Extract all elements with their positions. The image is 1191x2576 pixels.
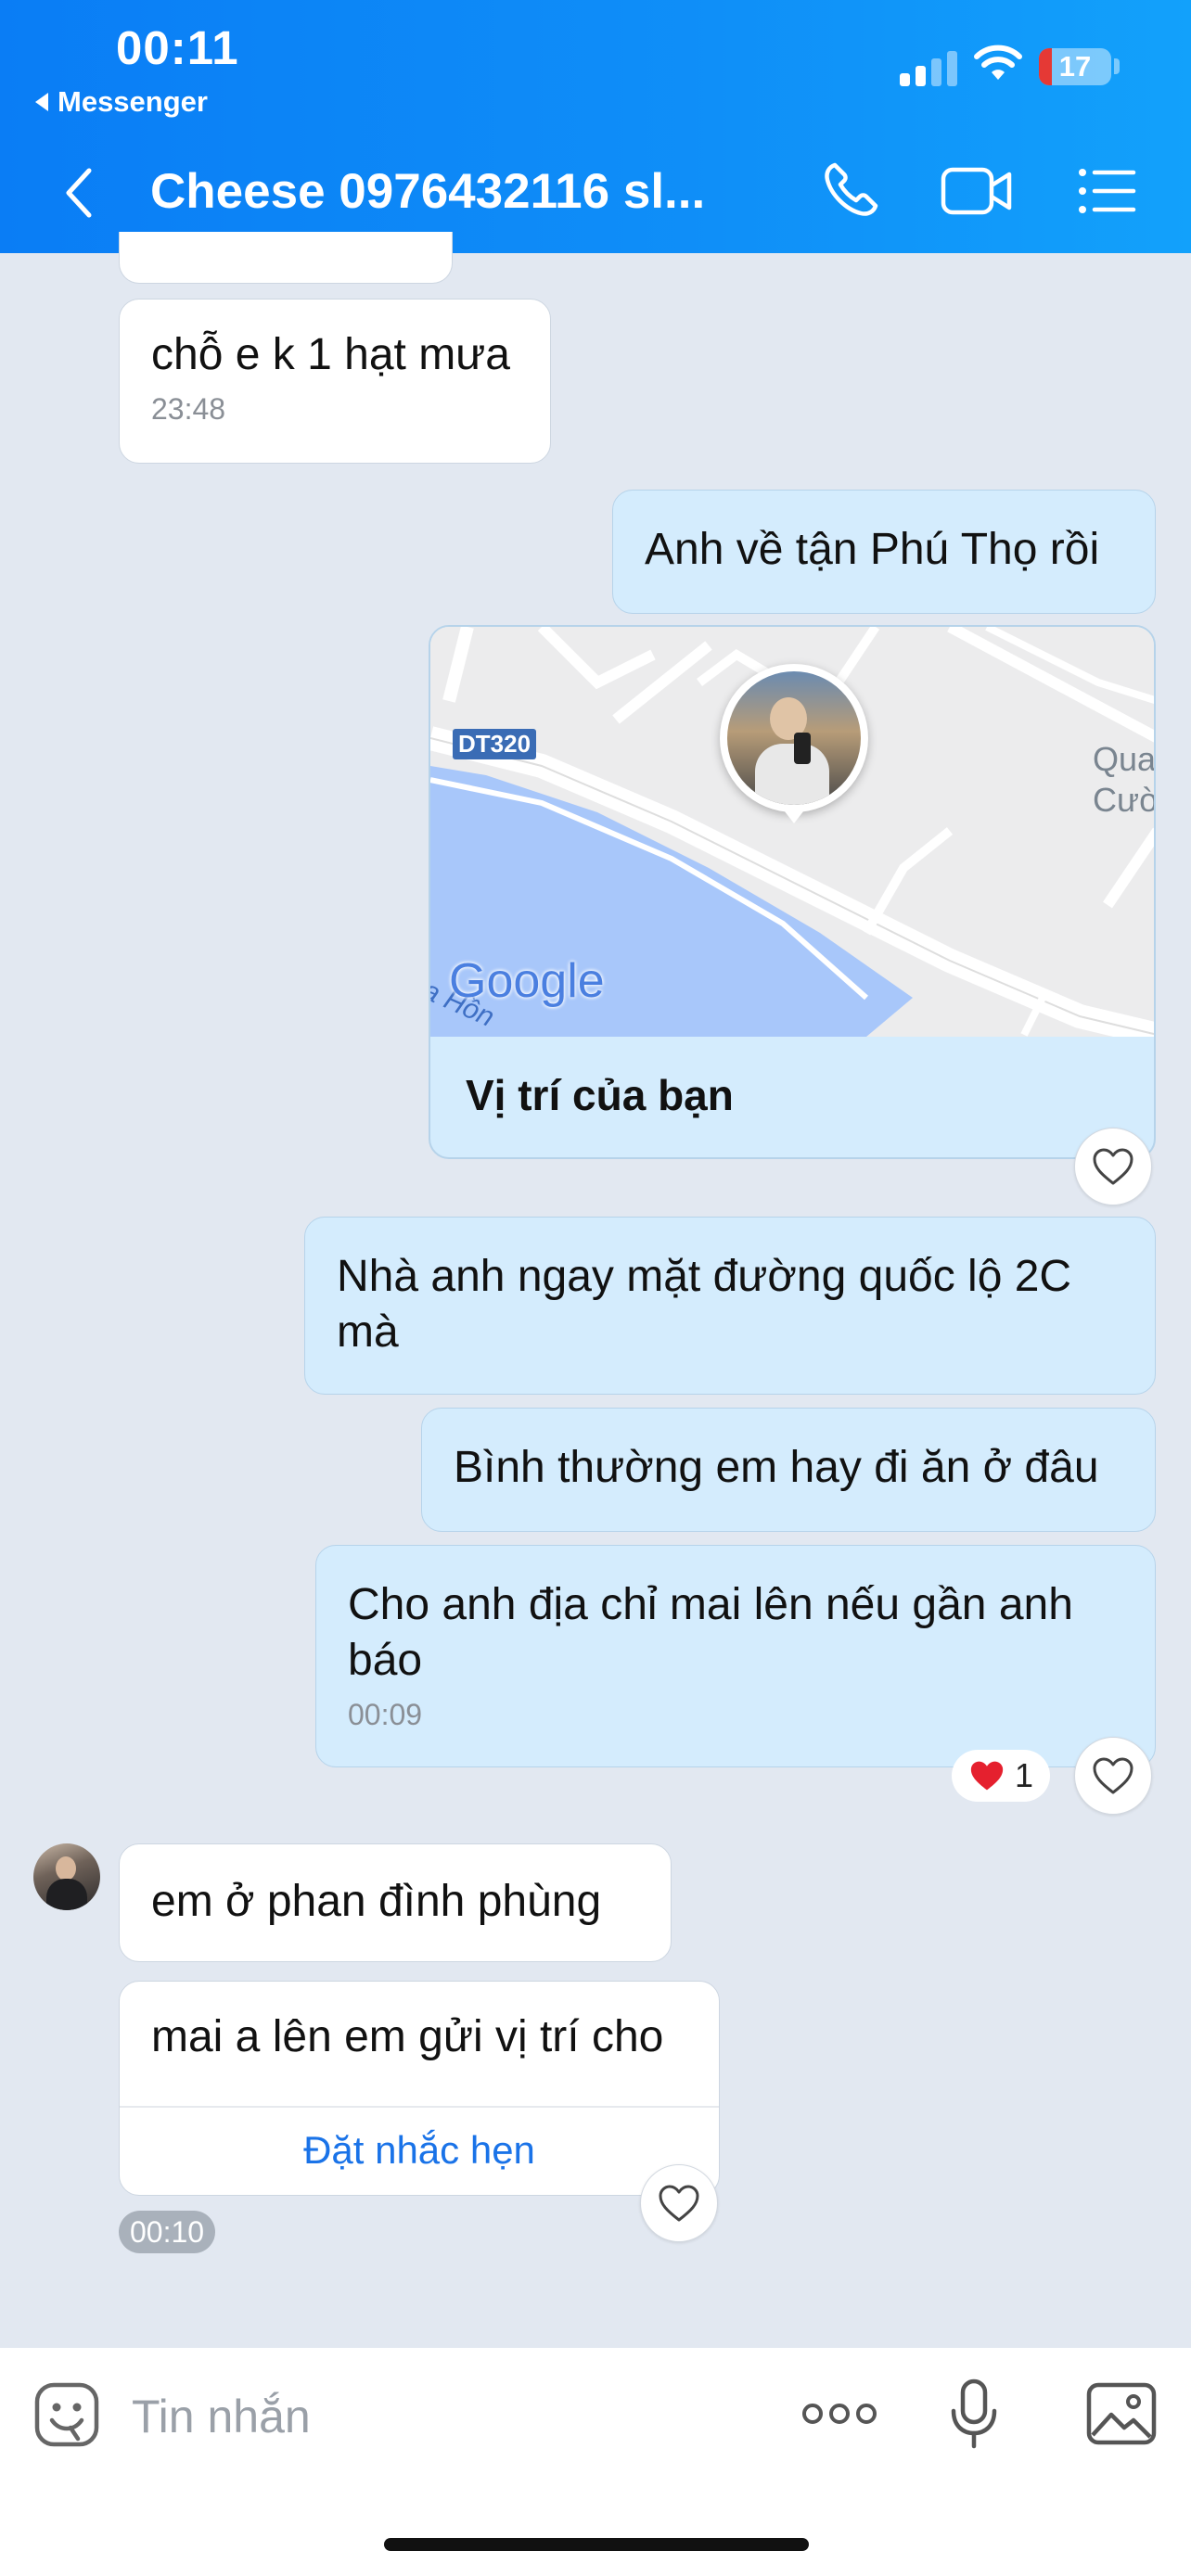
location-card[interactable]: DT320 Qua Cườ a Hồn Google Vị trí của bạ…: [429, 625, 1156, 1159]
place-label: Cườ: [1093, 781, 1156, 819]
back-to-app-link[interactable]: Messenger: [35, 85, 208, 119]
cellular-signal-icon: [900, 51, 957, 86]
message-text: mai a lên em gửi vị trí cho: [151, 2012, 664, 2061]
message-bubble-sent[interactable]: Nhà anh ngay mặt đường quốc lộ 2C mà: [304, 1217, 1156, 1395]
heart-outline-icon: [1093, 1148, 1133, 1185]
like-button[interactable]: [1074, 1128, 1152, 1205]
back-app-label: Messenger: [58, 85, 208, 118]
back-icon[interactable]: [61, 165, 95, 221]
message-text: em ở phan đình phùng: [151, 1877, 602, 1926]
battery-level: 17: [1058, 50, 1092, 83]
message-bubble-sent[interactable]: Anh về tận Phú Thọ rồi: [612, 490, 1156, 614]
message-text: chỗ e k 1 hạt mưa: [151, 330, 510, 379]
message-text: Anh về tận Phú Thọ rồi: [645, 525, 1100, 574]
message-bubble-received[interactable]: chỗ e k 1 hạt mưa 23:48: [119, 299, 551, 464]
phone-icon[interactable]: [820, 159, 881, 221]
place-label: Qua: [1093, 740, 1156, 778]
message-bubble-sent[interactable]: Cho anh địa chỉ mai lên nếu gần anh báo …: [315, 1545, 1156, 1767]
battery-tip: [1114, 58, 1120, 74]
chat-title[interactable]: Cheese 0976432116 sl...: [150, 163, 744, 220]
like-button[interactable]: [1074, 1737, 1152, 1815]
like-button[interactable]: [640, 2164, 718, 2242]
heart-outline-icon: [659, 2185, 699, 2222]
message-text-line: Cho anh địa chỉ mai lên nếu gần anh: [348, 1580, 1073, 1629]
message-text-line: báo: [348, 1636, 423, 1685]
set-reminder-link[interactable]: Đặt nhắc hẹn: [120, 2126, 719, 2174]
message-text: Bình thường em hay đi ăn ở đâu: [454, 1443, 1099, 1492]
header-bar: 00:11 Messenger 17 Cheese 0976432116 sl.…: [0, 0, 1191, 253]
heart-outline-icon: [1093, 1757, 1133, 1794]
google-logo: Google: [449, 954, 605, 1008]
message-bubble-sent[interactable]: Bình thường em hay đi ăn ở đâu: [421, 1408, 1156, 1532]
user-avatar-image: [727, 671, 861, 805]
menu-list-icon[interactable]: [1078, 167, 1137, 215]
message-time: 23:48: [151, 392, 226, 426]
divider: [120, 2106, 719, 2108]
battery-icon: 17: [1039, 48, 1111, 85]
contact-avatar[interactable]: [33, 1843, 100, 1910]
more-options-icon[interactable]: [801, 2400, 877, 2428]
location-pin[interactable]: [720, 664, 868, 812]
reaction-count: 1: [1015, 1756, 1034, 1794]
sticker-icon[interactable]: [33, 2381, 100, 2448]
message-bubble-partial: [119, 232, 453, 284]
message-bubble-received[interactable]: em ở phan đình phùng: [119, 1843, 672, 1962]
microphone-icon[interactable]: [948, 2378, 1000, 2452]
message-text-line: Nhà anh ngay mặt đường quốc lộ 2C: [337, 1252, 1072, 1301]
message-input[interactable]: Tin nhắn: [132, 2390, 311, 2443]
back-triangle-icon: [35, 93, 48, 111]
wifi-icon: [974, 45, 1022, 80]
location-caption: Vị trí của bạn: [466, 1071, 734, 1119]
status-time: 00:11: [116, 21, 239, 74]
message-time-pill: 00:10: [119, 2211, 216, 2253]
home-indicator: [384, 2538, 809, 2551]
pin-pointer: [781, 807, 807, 823]
video-call-icon[interactable]: [941, 165, 1015, 217]
road-label: DT320: [453, 729, 537, 759]
map-preview[interactable]: DT320 Qua Cườ a Hồn Google: [430, 627, 1156, 1037]
heart-filled-icon: [970, 1761, 1004, 1791]
message-time: 00:09: [348, 1698, 423, 1731]
message-text-line: mà: [337, 1307, 399, 1357]
reaction-count-pill[interactable]: 1: [952, 1750, 1051, 1802]
message-bubble-received[interactable]: mai a lên em gửi vị trí cho Đặt nhắc hẹn: [119, 1981, 720, 2196]
image-gallery-icon[interactable]: [1085, 2381, 1158, 2446]
